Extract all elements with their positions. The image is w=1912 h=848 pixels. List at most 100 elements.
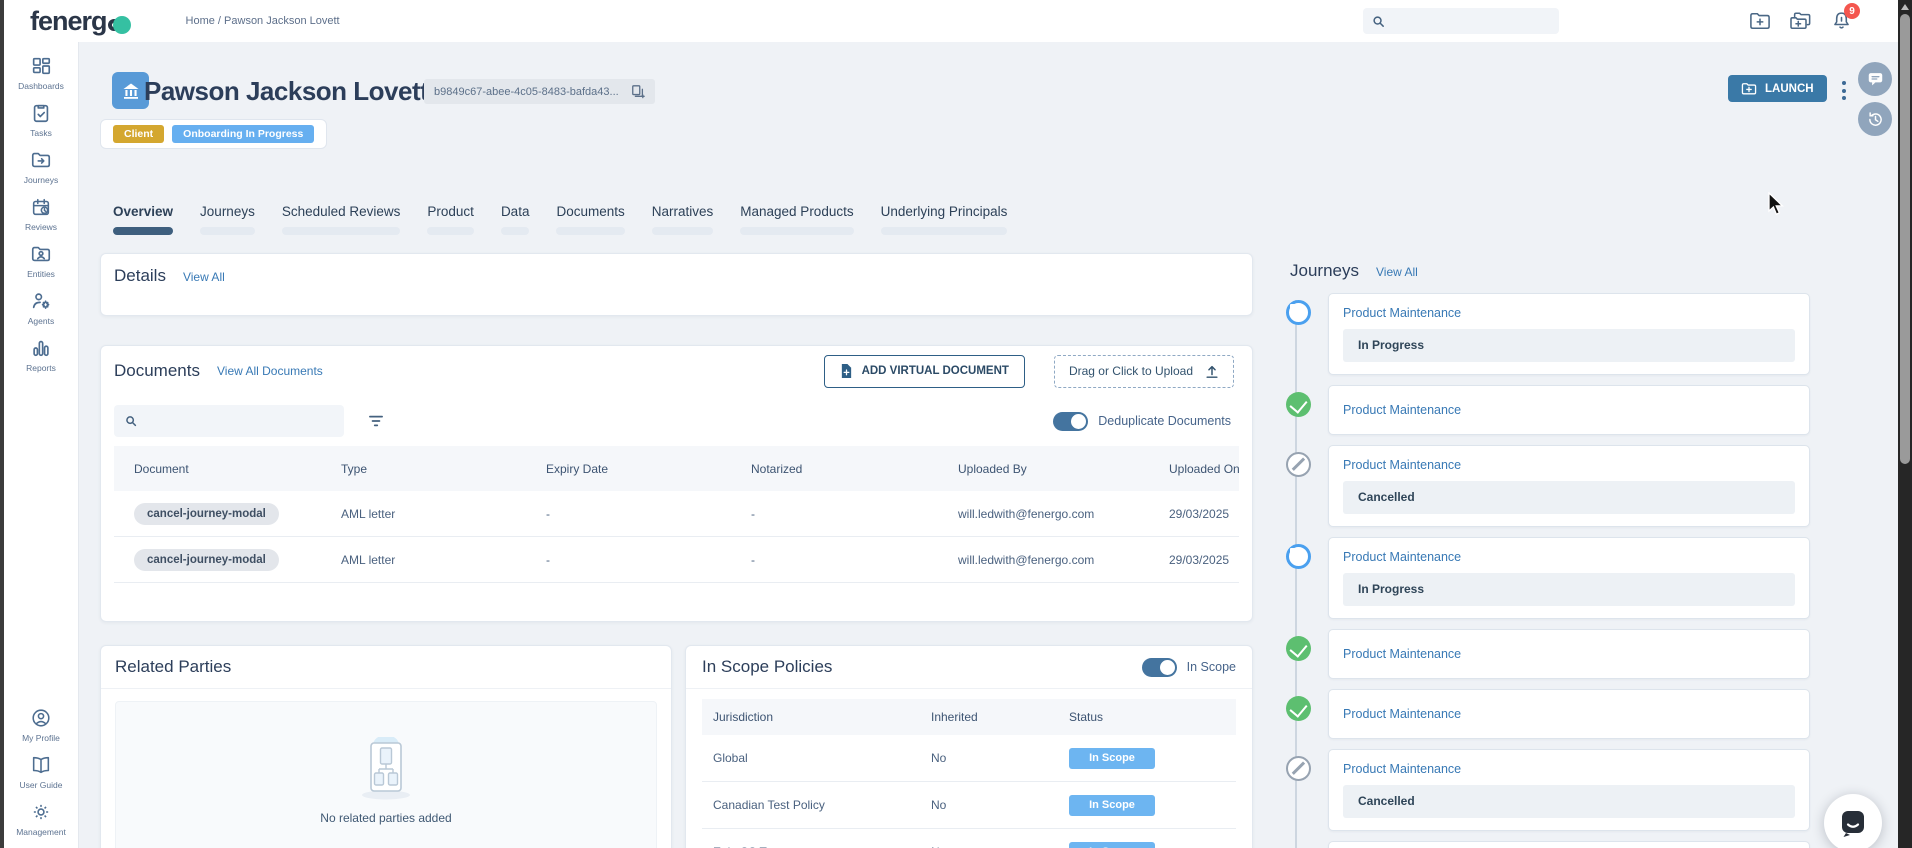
documents-search-input[interactable] xyxy=(146,414,336,428)
journey-status-in-progress-icon xyxy=(1286,300,1311,325)
journey-status-completed-icon xyxy=(1286,392,1311,417)
journeys-folder-icon xyxy=(30,149,52,171)
folder-plus-icon xyxy=(1749,11,1771,31)
table-row[interactable]: cancel-journey-modal AML letter - - will… xyxy=(114,537,1239,583)
chat-widget-icon xyxy=(1838,808,1868,838)
history-button[interactable] xyxy=(1858,102,1892,136)
scrollbar-up-arrow-icon[interactable] xyxy=(1901,4,1909,10)
details-title: Details xyxy=(114,266,166,286)
book-icon xyxy=(30,754,52,776)
agents-person-gear-icon xyxy=(30,290,52,312)
scrollbar-thumb[interactable] xyxy=(1900,14,1910,464)
journey-item: Product Maintenance Cancelled xyxy=(1268,445,1838,527)
comments-button[interactable] xyxy=(1858,62,1892,96)
tab-narratives[interactable]: Narratives xyxy=(652,204,714,235)
sidebar-item-journeys[interactable]: Journeys xyxy=(4,149,78,185)
documents-search[interactable] xyxy=(114,405,344,437)
launch-button[interactable]: LAUNCH xyxy=(1728,75,1827,102)
copy-icon[interactable] xyxy=(631,84,645,99)
sidebar-item-user-guide[interactable]: User Guide xyxy=(4,754,78,790)
tab-underlying-principals[interactable]: Underlying Principals xyxy=(881,204,1008,235)
journeys-view-all-link[interactable]: View All xyxy=(1376,265,1418,279)
journey-item: Product Maintenance xyxy=(1268,629,1838,679)
in-scope-toggle-label: In Scope xyxy=(1187,660,1236,674)
details-card: Details View All xyxy=(100,253,1253,316)
bank-building-icon xyxy=(121,81,141,101)
sidebar-item-reports[interactable]: Reports xyxy=(4,337,78,373)
chat-launcher-button[interactable] xyxy=(1824,794,1882,848)
add-virtual-document-button[interactable]: ADD VIRTUAL DOCUMENT xyxy=(824,355,1025,388)
journey-card[interactable]: Product Maintenance Cancelled xyxy=(1328,749,1810,831)
documents-card: Documents View All Documents ADD VIRTUAL… xyxy=(100,345,1253,622)
journey-item: Product Maintenance In Progress xyxy=(1268,293,1838,375)
search-input[interactable] xyxy=(1392,15,1542,27)
more-options-button[interactable] xyxy=(1836,79,1852,102)
search-icon xyxy=(124,414,138,428)
gear-icon xyxy=(30,801,52,823)
tab-product[interactable]: Product xyxy=(427,204,474,235)
top-bar: fenerg Home / Pawson Jackson Lovett 9 xyxy=(4,0,1898,42)
policy-row[interactable]: Global No In Scope xyxy=(702,735,1236,782)
document-name-chip[interactable]: cancel-journey-modal xyxy=(134,549,279,571)
drag-upload-button[interactable]: Drag or Click to Upload xyxy=(1054,355,1234,388)
launch-folder-plus-icon xyxy=(1741,82,1757,96)
search-icon xyxy=(1371,14,1386,29)
tab-overview[interactable]: Overview xyxy=(113,204,173,235)
notifications-button[interactable]: 9 xyxy=(1831,10,1852,32)
journeys-panel-header: Journeys View All xyxy=(1290,261,1418,281)
in-scope-status-badge: In Scope xyxy=(1069,748,1155,769)
reviews-calendar-icon xyxy=(30,196,52,218)
mouse-cursor xyxy=(1766,192,1788,216)
client-id-chip[interactable]: b9849c67-abee-4c05-8483-bafda43... xyxy=(424,79,655,104)
bulk-create-button[interactable] xyxy=(1789,11,1813,31)
document-name-chip[interactable]: cancel-journey-modal xyxy=(134,503,279,525)
journey-status-label: In Progress xyxy=(1343,573,1795,606)
journey-status-completed-icon xyxy=(1286,636,1311,661)
tab-managed-products[interactable]: Managed Products xyxy=(740,204,853,235)
history-clock-icon xyxy=(1866,110,1885,129)
sidebar-item-reviews[interactable]: Reviews xyxy=(4,196,78,232)
journey-status-label: Cancelled xyxy=(1343,785,1795,818)
journey-card[interactable]: Product Maintenance xyxy=(1328,689,1810,739)
documents-view-all-link[interactable]: View All Documents xyxy=(217,364,323,378)
page-scrollbar[interactable] xyxy=(1898,0,1912,848)
new-case-button[interactable] xyxy=(1749,11,1771,31)
policy-row[interactable]: Eoin SS Test No In Scope xyxy=(702,829,1236,848)
fenergo-logo[interactable]: fenerg xyxy=(30,6,131,37)
sidebar-item-my-profile[interactable]: My Profile xyxy=(4,707,78,743)
journey-card[interactable]: Product Maintenance Cancelled xyxy=(1328,445,1810,527)
journey-card[interactable]: Product Maintenance xyxy=(1328,629,1810,679)
tab-scheduled-reviews[interactable]: Scheduled Reviews xyxy=(282,204,401,235)
logo-teal-dot xyxy=(113,16,131,34)
breadcrumb[interactable]: Home / Pawson Jackson Lovett xyxy=(186,15,340,27)
journey-status-label: Cancelled xyxy=(1343,481,1795,514)
journey-item: Product Maintenance xyxy=(1268,689,1838,739)
sidebar-item-agents[interactable]: Agents xyxy=(4,290,78,326)
journey-card[interactable]: Product Maintenance In Progress xyxy=(1328,293,1810,375)
window-left-edge xyxy=(0,0,4,848)
in-scope-status-badge: In Scope xyxy=(1069,842,1155,848)
sidebar-item-management[interactable]: Management xyxy=(4,801,78,837)
in-scope-toggle[interactable] xyxy=(1142,658,1177,677)
journey-card[interactable]: Product Maintenance In Progress xyxy=(1328,537,1810,619)
policy-row[interactable]: Canadian Test Policy No In Scope xyxy=(702,782,1236,829)
journey-card[interactable]: Product Maintenance xyxy=(1328,385,1810,435)
deduplicate-toggle[interactable] xyxy=(1053,412,1088,431)
table-row[interactable]: cancel-journey-modal AML letter - - will… xyxy=(114,491,1239,537)
tab-data[interactable]: Data xyxy=(501,204,530,235)
tab-journeys[interactable]: Journeys xyxy=(200,204,255,235)
journey-status-completed-icon xyxy=(1286,696,1311,721)
details-view-all-link[interactable]: View All xyxy=(183,270,225,284)
in-scope-status-badge: In Scope xyxy=(1069,795,1155,816)
journey-item: Product Maintenance xyxy=(1268,385,1838,435)
tab-documents[interactable]: Documents xyxy=(556,204,624,235)
journey-status-label: In Progress xyxy=(1343,329,1795,362)
sidebar-item-tasks[interactable]: Tasks xyxy=(4,102,78,138)
documents-title: Documents xyxy=(114,361,200,381)
sidebar-item-dashboards[interactable]: Dashboards xyxy=(4,55,78,91)
global-search[interactable] xyxy=(1363,8,1559,34)
filter-icon[interactable] xyxy=(368,414,384,428)
policies-title: In Scope Policies xyxy=(702,657,1142,677)
journey-card[interactable]: Product Maintenance xyxy=(1328,841,1810,848)
sidebar-item-entities[interactable]: Entities xyxy=(4,243,78,279)
